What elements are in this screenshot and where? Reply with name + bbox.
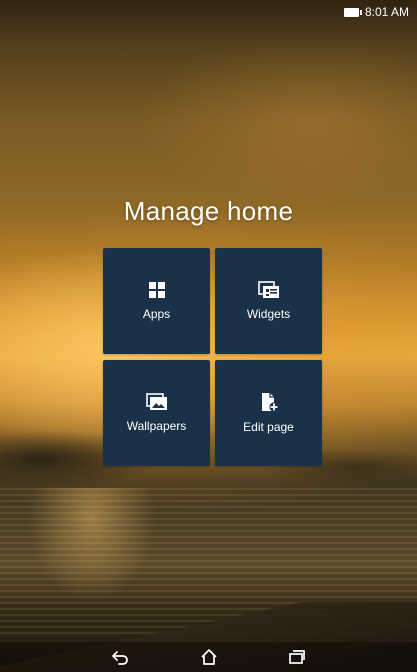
- widgets-tile[interactable]: Widgets: [215, 248, 322, 354]
- widgets-icon: [257, 281, 279, 298]
- widgets-tile-label: Widgets: [246, 307, 291, 321]
- status-time: 8:01 AM: [364, 5, 409, 19]
- page-title: Manage home: [123, 196, 294, 226]
- wallpapers-icon: [145, 393, 167, 410]
- wallpapers-tile-label: Wallpapers: [126, 419, 187, 433]
- recent-apps-icon: [288, 650, 305, 664]
- back-icon: [111, 651, 128, 665]
- edit-page-tile[interactable]: Edit page: [215, 360, 322, 466]
- apps-grid-icon: [148, 282, 165, 298]
- home-button[interactable]: [196, 646, 222, 668]
- back-button[interactable]: [108, 646, 134, 668]
- apps-tile[interactable]: Apps: [103, 248, 210, 354]
- apps-tile-label: Apps: [142, 307, 171, 321]
- status-bar: 8:01 AM: [0, 0, 417, 24]
- recent-apps-button[interactable]: [284, 646, 310, 668]
- wallpapers-tile[interactable]: Wallpapers: [103, 360, 210, 466]
- manage-home-tiles: Apps Widgets Wallpapers Edit page: [103, 248, 322, 466]
- edit-page-tile-label: Edit page: [243, 420, 294, 434]
- navigation-bar: [0, 642, 417, 672]
- battery-icon: [343, 7, 362, 17]
- home-icon: [200, 649, 217, 665]
- edit-page-icon: [261, 393, 279, 412]
